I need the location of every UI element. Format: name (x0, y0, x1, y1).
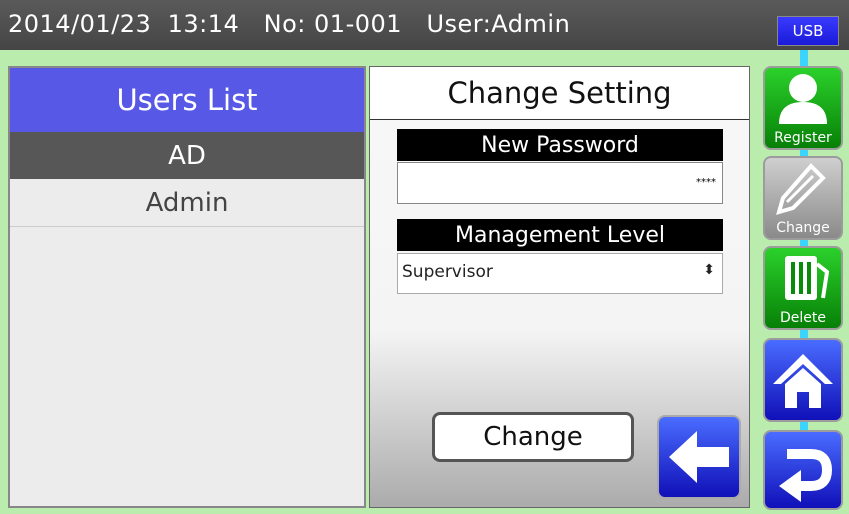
home-icon (773, 354, 833, 408)
status-bar: 2014/01/23 13:14 No: 01-001 User:Admin U… (0, 0, 849, 50)
delete-label: Delete (780, 310, 826, 326)
change-menu-label: Change (776, 220, 830, 236)
change-menu-button[interactable]: Change (763, 156, 843, 240)
user-row-admin[interactable]: Admin (10, 179, 364, 227)
users-list-panel: Users List AD Admin (8, 66, 366, 508)
users-list-title: Users List (10, 68, 364, 132)
status-info: 2014/01/23 13:14 No: 01-001 User:Admin (8, 10, 570, 38)
back-arrow-icon (669, 431, 729, 483)
user-icon (779, 74, 827, 124)
status-number: 01-001 (314, 10, 403, 38)
back-button[interactable] (657, 415, 741, 499)
new-password-label: New Password (397, 129, 723, 161)
status-date: 2014/01/23 (8, 10, 152, 38)
new-password-field[interactable]: **** (397, 162, 723, 204)
trash-icon (785, 256, 830, 300)
management-level-label: Management Level (397, 219, 723, 251)
return-icon (779, 449, 833, 502)
management-level-select[interactable]: Supervisor ⬍ (397, 253, 723, 294)
status-user: User:Admin (426, 10, 571, 38)
home-button[interactable] (763, 338, 843, 422)
change-setting-title: Change Setting (370, 67, 749, 120)
user-row-ad[interactable]: AD (10, 132, 364, 179)
pencil-icon (776, 163, 826, 215)
side-divider (800, 50, 808, 66)
change-button[interactable]: Change (432, 412, 634, 462)
return-button[interactable] (763, 430, 843, 510)
register-button[interactable]: Register (763, 66, 843, 150)
usb-indicator: USB (777, 16, 839, 46)
status-time: 13:14 (167, 10, 240, 38)
select-arrows-icon: ⬍ (703, 262, 715, 278)
management-level-value: Supervisor (402, 262, 493, 282)
delete-button[interactable]: Delete (763, 246, 843, 330)
status-number-label: No: (263, 10, 306, 38)
register-label: Register (774, 130, 832, 146)
